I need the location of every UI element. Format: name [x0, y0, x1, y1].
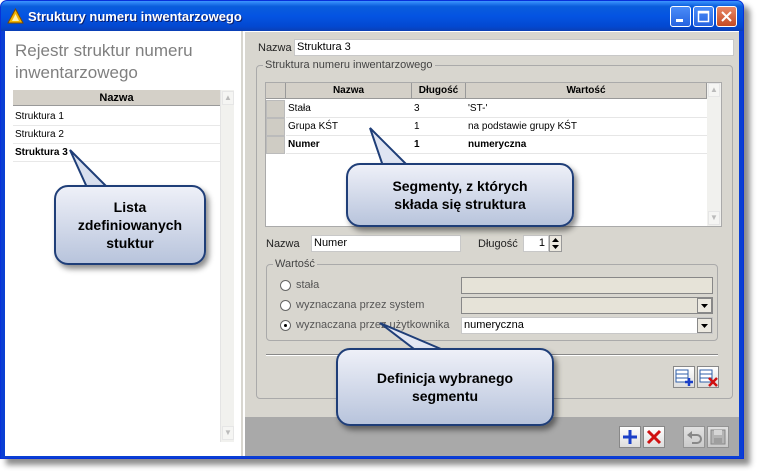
callout-structure-list: Lista zdefiniowanych stuktur [54, 185, 206, 265]
callout-segment-definition: Definicja wybranego segmentu [336, 348, 554, 426]
callout-text: Segmenty, z których składa się struktura [392, 178, 528, 212]
callout-text: Definicja wybranego segmentu [376, 370, 514, 404]
callout-segments: Segmenty, z których składa się struktura [346, 163, 574, 227]
callout-text: Lista zdefiniowanych stuktur [77, 199, 183, 251]
